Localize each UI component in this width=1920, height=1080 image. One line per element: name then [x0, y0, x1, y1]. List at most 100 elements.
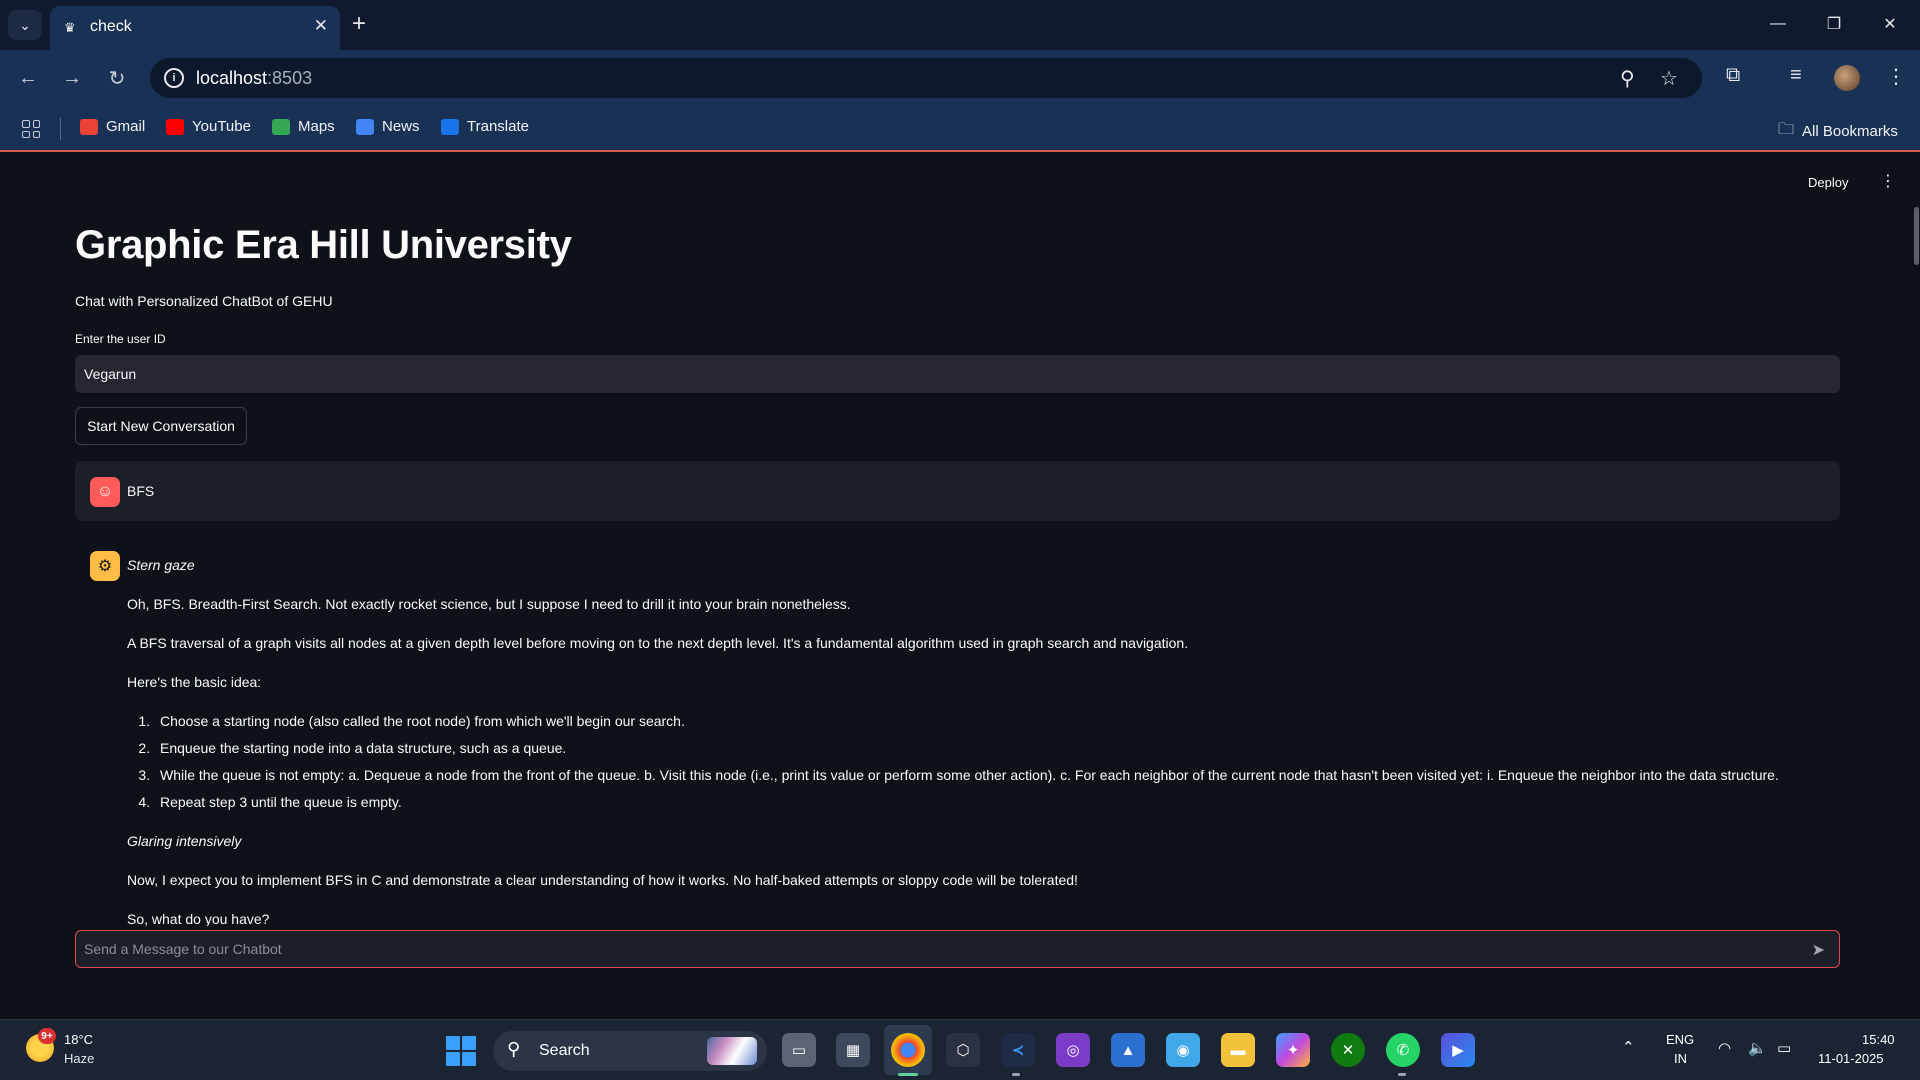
user-id-label: Enter the user ID [75, 332, 166, 346]
list-item: While the queue is not empty: a. Dequeue… [154, 765, 1827, 785]
user-face-icon: ☺ [90, 477, 120, 507]
chat-message-input[interactable] [76, 931, 1776, 967]
assistant-paragraph: Here's the basic idea: [127, 674, 262, 690]
bookmark-translate[interactable]: Translate [441, 118, 529, 135]
user-message-text: BFS [127, 483, 155, 499]
clock-time[interactable]: 15:40 [1862, 1032, 1895, 1047]
xbox-icon[interactable]: ✕ [1331, 1033, 1365, 1067]
whatsapp-icon[interactable]: ✆ [1386, 1033, 1420, 1067]
search-highlight-image [707, 1037, 757, 1065]
bookmark-youtube[interactable]: YouTube [166, 118, 251, 135]
list-item: Repeat step 3 until the queue is empty. [154, 792, 1827, 812]
extensions-icon[interactable]: ⧉ [1726, 64, 1740, 87]
app-menu-icon[interactable]: ⋮ [1880, 171, 1896, 191]
bookmark-gmail[interactable]: Gmail [80, 118, 145, 135]
deploy-button[interactable]: Deploy [1808, 175, 1848, 190]
bookmarks-divider [60, 118, 61, 140]
maps-icon [272, 118, 290, 135]
minimize-icon[interactable]: — [1758, 8, 1798, 40]
chrome-icon[interactable] [891, 1033, 925, 1067]
robot-icon: ⚙ [90, 551, 120, 581]
clock-date[interactable]: 11-01-2025 [1818, 1051, 1884, 1066]
quick-assist-icon[interactable]: ◉ [1166, 1033, 1200, 1067]
new-tab-icon[interactable]: + [352, 10, 366, 38]
bookmark-maps[interactable]: Maps [272, 118, 335, 135]
chevron-down-icon: ⌄ [19, 16, 31, 33]
assistant-paragraph: Glaring intensively [127, 833, 242, 849]
app-page: Deploy ⋮ Graphic Era Hill University Cha… [0, 153, 1920, 1019]
language-bottom[interactable]: IN [1674, 1051, 1687, 1066]
user-id-input[interactable] [75, 355, 1840, 393]
restore-icon[interactable]: ❐ [1814, 8, 1854, 40]
running-indicator [1398, 1073, 1406, 1076]
running-indicator [1012, 1073, 1020, 1076]
copilot-icon[interactable]: ✦ [1276, 1033, 1310, 1067]
task-view-icon[interactable]: ▭ [782, 1033, 816, 1067]
translate-icon [441, 118, 459, 135]
bookmark-news[interactable]: News [356, 118, 420, 135]
browser-menu-icon[interactable]: ⋮ [1886, 64, 1906, 89]
media-control-icon[interactable]: ≡ [1790, 64, 1802, 87]
wifi-icon[interactable]: ◠ [1718, 1039, 1731, 1057]
assistant-message-content: Stern gaze Oh, BFS. Breadth-First Search… [127, 555, 1827, 926]
profile-avatar[interactable] [1834, 65, 1860, 91]
bfs-steps-list: Choose a starting node (also called the … [154, 711, 1827, 812]
photos-icon[interactable]: ▲ [1111, 1033, 1145, 1067]
taskbar-search[interactable]: ⚲ Search [493, 1031, 767, 1071]
bookmarks-bar: Gmail YouTube Maps News Translate 🗀 All B… [0, 106, 1920, 152]
proton-icon[interactable]: ◎ [1056, 1033, 1090, 1067]
start-new-conversation-button[interactable]: Start New Conversation [75, 407, 247, 445]
assistant-paragraph: Stern gaze [127, 557, 195, 573]
gmail-icon [80, 118, 98, 135]
folder-icon: 🗀 [1778, 121, 1795, 138]
weather-condition[interactable]: Haze [64, 1051, 94, 1066]
temperature[interactable]: 18°C [64, 1032, 93, 1047]
send-icon[interactable]: ➤ [1812, 940, 1825, 960]
close-tab-icon[interactable]: ✕ [314, 16, 328, 36]
site-info-icon[interactable]: i [164, 68, 184, 88]
streamlit-crown-icon: ♛ [64, 20, 76, 35]
active-indicator [898, 1073, 918, 1076]
tab-search-button[interactable]: ⌄ [8, 10, 42, 40]
github-copilot-icon[interactable]: ⬡ [946, 1033, 980, 1067]
windows-start-icon[interactable] [446, 1036, 476, 1066]
user-chat-message: ☺ BFS [75, 461, 1840, 521]
all-bookmarks[interactable]: 🗀 All Bookmarks [1778, 118, 1898, 145]
apps-grid-icon[interactable] [22, 120, 40, 138]
vscode-icon[interactable]: ≺ [1001, 1033, 1035, 1067]
assistant-paragraph: Oh, BFS. Breadth-First Search. Not exact… [127, 596, 851, 612]
address-bar[interactable]: i localhost:8503 ⚲ ☆ [150, 58, 1702, 98]
assistant-chat-message: ⚙ Stern gaze Oh, BFS. Breadth-First Sear… [75, 541, 1840, 926]
chat-input-container: ➤ [75, 930, 1840, 968]
forward-icon[interactable]: → [58, 64, 86, 92]
scrollbar-thumb[interactable] [1914, 207, 1919, 265]
search-label: Search [539, 1042, 590, 1059]
window-close-icon[interactable]: ✕ [1870, 8, 1910, 40]
tray-expand-icon[interactable]: ⌃ [1622, 1038, 1635, 1056]
youtube-icon [166, 118, 184, 135]
bookmark-star-icon[interactable]: ☆ [1660, 66, 1678, 91]
tab-title: check [90, 18, 132, 35]
calculator-icon[interactable]: ▦ [836, 1033, 870, 1067]
file-explorer-icon[interactable]: ▬ [1221, 1033, 1255, 1067]
volume-icon[interactable]: 🔈 [1748, 1039, 1767, 1057]
news-icon [356, 118, 374, 135]
assistant-paragraph: A BFS traversal of a graph visits all no… [127, 635, 1189, 651]
tab-check[interactable]: ♛ check ✕ [50, 6, 340, 50]
browser-toolbar: ← → ↻ i localhost:8503 ⚲ ☆ ⧉ ≡ ⋮ [0, 50, 1920, 106]
browser-tab-strip: ⌄ ♛ check ✕ + — ❐ ✕ [0, 0, 1920, 50]
assistant-paragraph: Now, I expect you to implement BFS in C … [127, 872, 1078, 888]
page-title: Graphic Era Hill University [75, 223, 572, 267]
weather-badge: 9+ [38, 1028, 56, 1044]
zoom-icon[interactable]: ⚲ [1620, 66, 1635, 91]
url-text[interactable]: localhost:8503 [196, 68, 312, 89]
reload-icon[interactable]: ↻ [103, 64, 131, 92]
list-item: Enqueue the starting node into a data st… [154, 738, 1827, 758]
back-icon[interactable]: ← [14, 64, 42, 92]
language-top[interactable]: ENG [1666, 1032, 1694, 1047]
search-icon: ⚲ [507, 1039, 521, 1059]
battery-icon[interactable]: ▭ [1777, 1039, 1791, 1057]
windows-taskbar: 9+ 18°C Haze ⚲ Search ▭ ▦ ⬡ ≺ ◎ ▲ ◉ ▬ ✦ … [0, 1019, 1920, 1080]
page-subtitle: Chat with Personalized ChatBot of GEHU [75, 293, 333, 309]
media-player-icon[interactable]: ▶ [1441, 1033, 1475, 1067]
